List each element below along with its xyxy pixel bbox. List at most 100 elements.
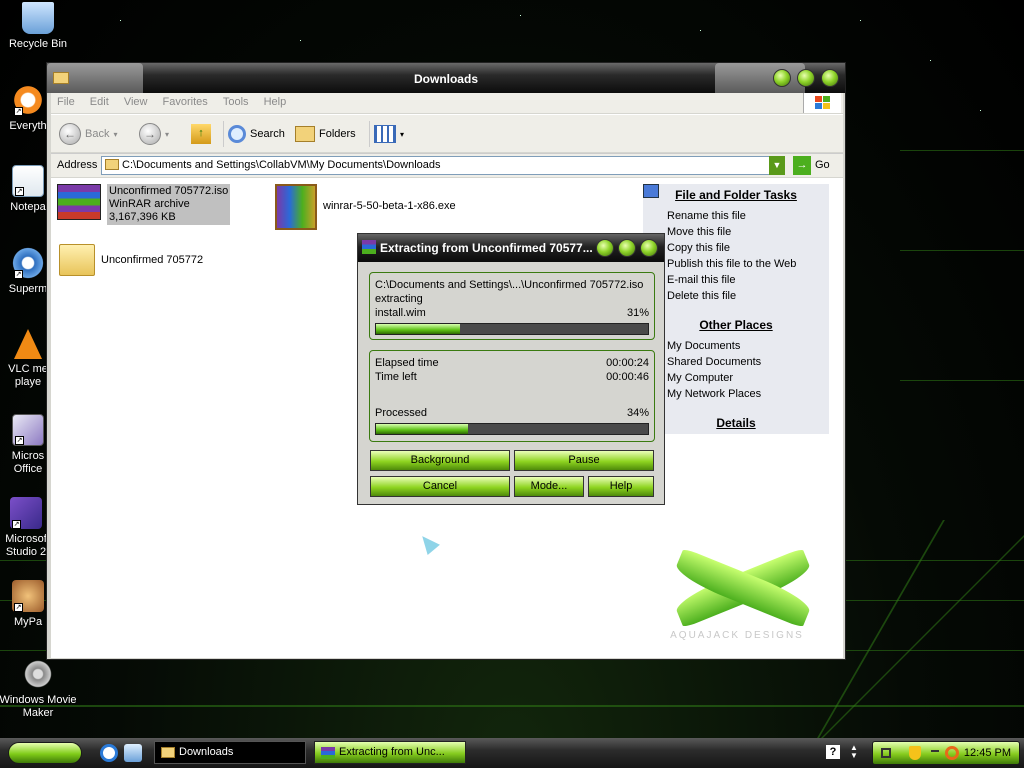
place-network[interactable]: My Network Places: [643, 386, 829, 402]
clock[interactable]: 12:45 PM: [964, 747, 1011, 759]
search-icon[interactable]: [945, 746, 959, 760]
elapsed-row: Elapsed time 00:00:24: [375, 357, 649, 370]
search-button[interactable]: Search: [223, 121, 285, 147]
close-button[interactable]: [821, 69, 839, 87]
visual-studio-icon: ↗: [10, 497, 42, 529]
processed-percent: 34%: [626, 407, 649, 419]
views-icon: [374, 125, 396, 143]
task-extracting[interactable]: Extracting from Unc...: [314, 741, 466, 764]
menu-edit[interactable]: Edit: [90, 96, 109, 108]
menu-view[interactable]: View: [124, 96, 148, 108]
star: [120, 20, 121, 21]
minimize-button[interactable]: [773, 69, 791, 87]
views-button[interactable]: ▾: [369, 121, 404, 147]
tray-expand-icon[interactable]: ▲ ▼: [850, 744, 858, 760]
cancel-button[interactable]: Cancel: [370, 476, 510, 497]
pause-button[interactable]: Pause: [514, 450, 654, 471]
notepad-icon: ↗: [12, 165, 44, 197]
explorer-titlebar[interactable]: Downloads: [47, 63, 845, 93]
time-left-value: 00:00:46: [606, 371, 649, 383]
file-type: WinRAR archive: [109, 198, 190, 210]
task-delete[interactable]: Delete this file: [643, 288, 829, 304]
total-progress-bar: [375, 423, 649, 435]
task-rename[interactable]: Rename this file: [643, 208, 829, 224]
background-button[interactable]: Background: [370, 450, 510, 471]
security-shield-icon[interactable]: [909, 746, 921, 760]
help-button[interactable]: Help: [588, 476, 654, 497]
chevron-down-icon: ▾: [400, 129, 405, 139]
elapsed-label: Elapsed time: [375, 357, 439, 369]
menu-file[interactable]: File: [57, 96, 75, 108]
place-shared-documents[interactable]: Shared Documents: [643, 354, 829, 370]
start-button[interactable]: [8, 742, 82, 764]
task-label: Extracting from Unc...: [339, 746, 445, 758]
go-arrow-icon[interactable]: →: [793, 156, 811, 175]
grid-line: [821, 460, 1024, 738]
star: [700, 30, 701, 31]
menu-help[interactable]: Help: [264, 96, 287, 108]
file-name: winrar-5-50-beta-1-x86.exe: [323, 200, 456, 212]
other-places-heading[interactable]: Other Places: [643, 318, 829, 332]
winrar-archive-icon: [57, 184, 101, 220]
address-input[interactable]: C:\Documents and Settings\CollabVM\My Do…: [101, 156, 785, 175]
vlc-cone-icon: [14, 329, 42, 359]
star: [980, 110, 981, 111]
menu-favorites[interactable]: Favorites: [163, 96, 208, 108]
file-name: Unconfirmed 705772.iso: [109, 185, 229, 197]
supermium-icon: ↗: [12, 247, 44, 279]
desktop-icon-movie-maker[interactable]: Windows Movie Maker: [0, 658, 78, 720]
back-button[interactable]: ← Back ▾: [59, 121, 117, 147]
address-dropdown-button[interactable]: ▼: [769, 156, 785, 175]
windows-logo: [803, 93, 841, 113]
task-panel: File and Folder Tasks Rename this file M…: [643, 184, 829, 434]
task-downloads[interactable]: Downloads: [154, 741, 306, 764]
star: [930, 60, 931, 61]
window-title: Downloads: [413, 72, 478, 86]
close-button[interactable]: [640, 239, 658, 257]
go-button[interactable]: Go: [815, 159, 830, 171]
file-item-folder[interactable]: Unconfirmed 705772: [59, 244, 203, 276]
minimize-button[interactable]: [596, 239, 614, 257]
total-progress-group: Elapsed time 00:00:24 Time left 00:00:46…: [369, 350, 655, 442]
folder-icon: [59, 244, 95, 276]
task-email[interactable]: E-mail this file: [643, 272, 829, 288]
file-percent: 31%: [626, 307, 649, 319]
internet-explorer-icon[interactable]: [100, 744, 118, 762]
place-my-computer[interactable]: My Computer: [643, 370, 829, 386]
place-my-documents[interactable]: My Documents: [643, 338, 829, 354]
folders-label: Folders: [319, 128, 356, 140]
file-progress-bar: [375, 323, 649, 335]
up-button[interactable]: ↑: [191, 121, 211, 147]
star: [860, 20, 861, 21]
desktop: Recycle Bin ↗ Everyth ↗ Notepa ↗ Superm …: [0, 0, 1024, 768]
mode-button[interactable]: Mode...: [514, 476, 584, 497]
desktop-icon-label: Recycle Bin: [8, 38, 68, 50]
desktop-icon-recycle-bin[interactable]: Recycle Bin: [0, 2, 78, 51]
dialog-titlebar[interactable]: Extracting from Unconfirmed 70577...: [358, 234, 664, 262]
folders-button[interactable]: Folders: [295, 121, 356, 147]
star: [520, 15, 521, 16]
file-item-exe[interactable]: winrar-5-50-beta-1-x86.exe: [275, 184, 456, 230]
flag-green: [823, 96, 830, 102]
desktop-icon-label: Windows Movie Maker: [0, 694, 77, 719]
tray-network-icon[interactable]: [881, 748, 891, 758]
file-item-iso[interactable]: Unconfirmed 705772.iso WinRAR archive 3,…: [57, 184, 231, 225]
task-publish[interactable]: Publish this file to the Web: [643, 256, 829, 272]
maximize-button[interactable]: [618, 239, 636, 257]
task-copy[interactable]: Copy this file: [643, 240, 829, 256]
menu-tools[interactable]: Tools: [223, 96, 249, 108]
details-heading[interactable]: Details: [643, 416, 829, 430]
task-move[interactable]: Move this file: [643, 224, 829, 240]
recycle-bin-icon: [22, 2, 54, 34]
forward-button[interactable]: → ▾: [139, 121, 169, 147]
folder-icon: [161, 747, 175, 758]
help-icon[interactable]: ?: [826, 745, 840, 759]
extract-dialog: Extracting from Unconfirmed 70577... C:\…: [357, 233, 665, 505]
file-tasks-heading[interactable]: File and Folder Tasks: [643, 188, 829, 202]
task-rename-icon: [643, 184, 659, 198]
show-desktop-icon[interactable]: [124, 744, 142, 762]
everything-icon: ↗: [12, 84, 44, 116]
flag-blue: [815, 103, 822, 109]
maximize-button[interactable]: [797, 69, 815, 87]
address-label: Address: [57, 159, 98, 171]
